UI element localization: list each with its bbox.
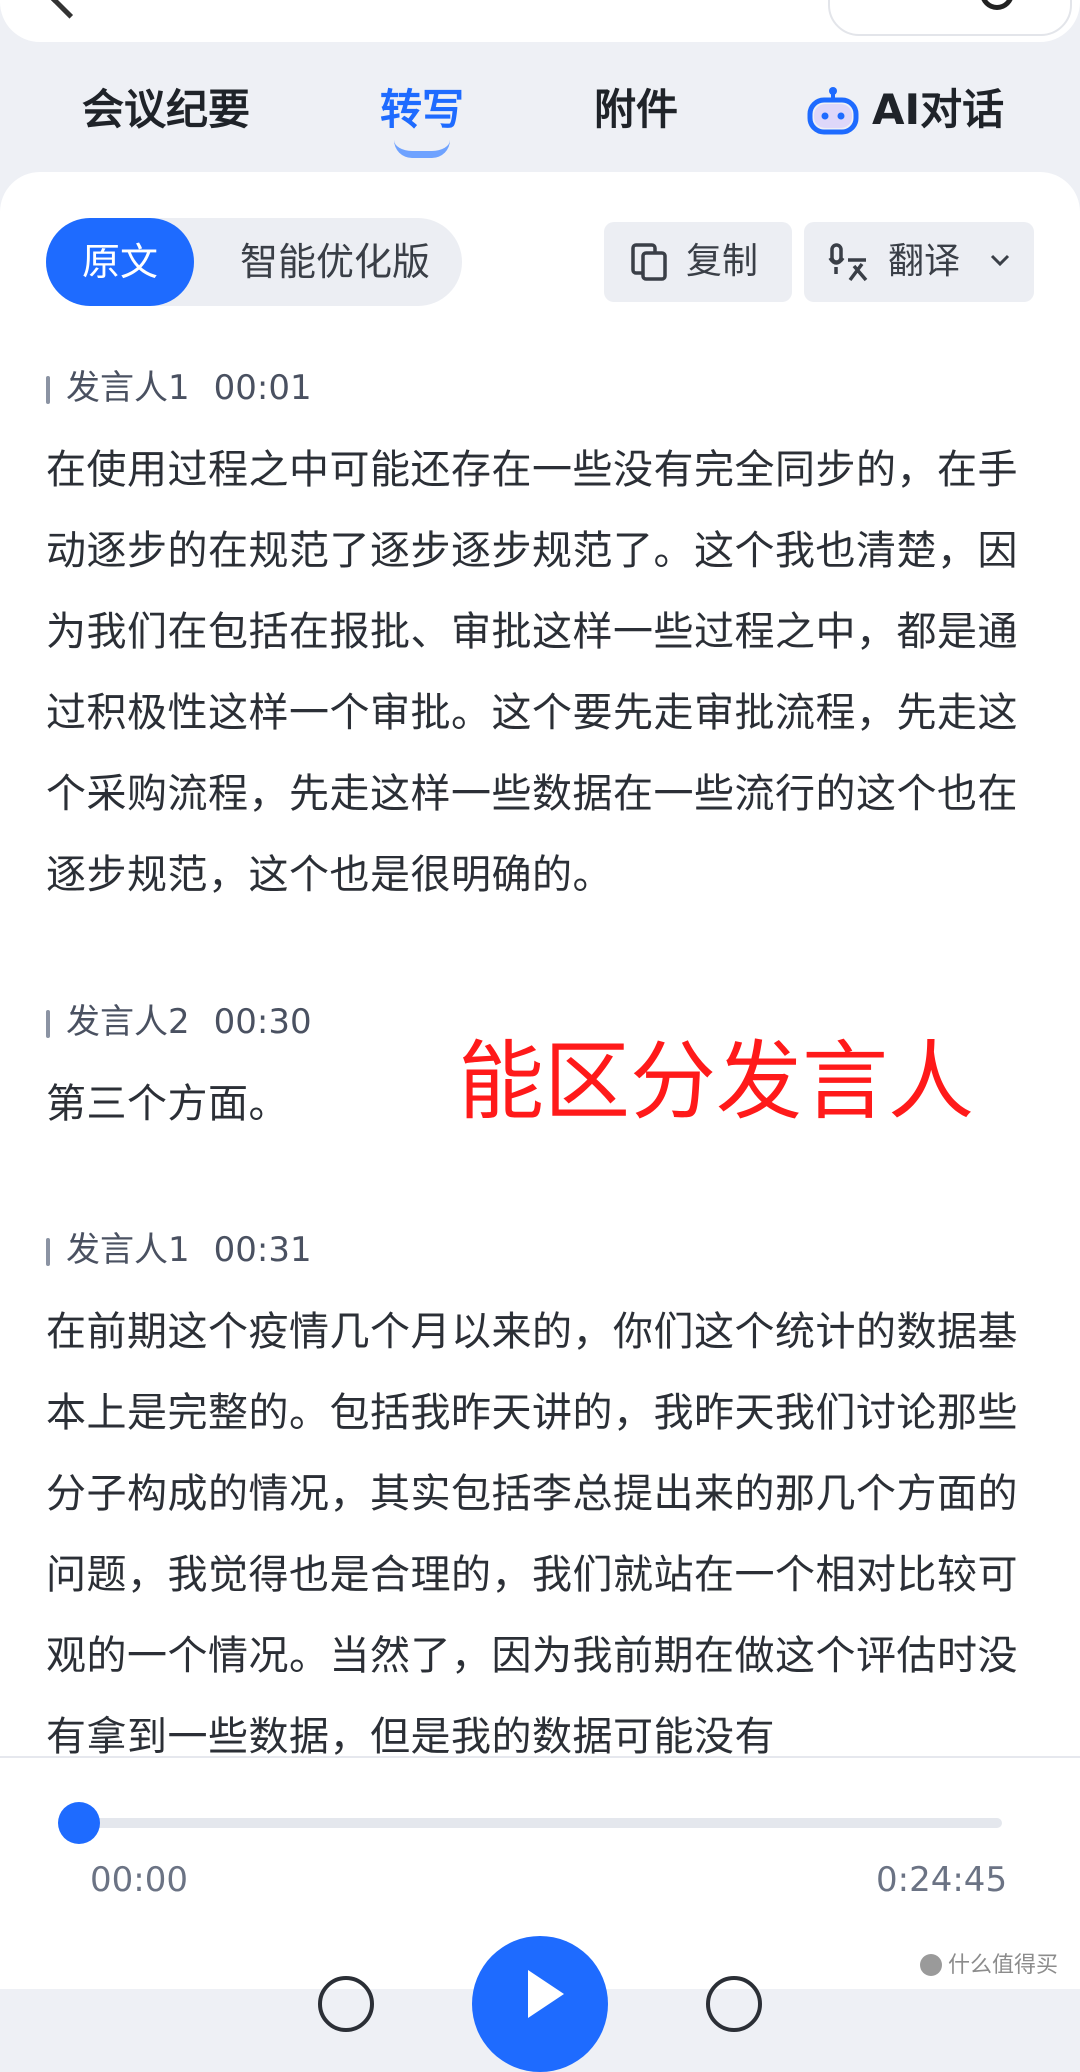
progress-track[interactable] — [80, 1818, 1002, 1828]
version-toggle: 原文 智能优化版 — [46, 218, 462, 306]
watermark: 什么值得买 — [948, 1953, 1059, 1978]
tab-bar: 会议纪要 转写 附件 AI对话 — [0, 70, 1080, 170]
progress-knob[interactable] — [58, 1802, 100, 1844]
total-time: 0:24:45 — [876, 1860, 1008, 1900]
tab-attachments[interactable]: 附件 — [594, 70, 678, 150]
speaker-name: 发言人1 — [66, 368, 190, 408]
forward-icon[interactable] — [706, 1976, 762, 2032]
transcript-paragraph: 第三个方面。 — [46, 1081, 289, 1127]
chevron-down-icon — [990, 254, 1010, 267]
original-text-toggle[interactable]: 原文 — [46, 218, 194, 306]
annotation-overlay: 能区分发言人 — [458, 1032, 974, 1132]
play-icon — [528, 1970, 564, 2018]
copy-button[interactable]: 复制 — [604, 222, 792, 302]
active-tab-indicator — [394, 140, 450, 158]
speaker-timestamp[interactable]: 00:30 — [214, 1002, 312, 1042]
translate-button[interactable]: 翻译 — [804, 222, 1034, 302]
audio-player: 00:00 0:24:45 — [0, 1756, 1080, 2072]
speaker-label: 发言人1 00:31 — [46, 1230, 312, 1270]
optimized-version-toggle[interactable]: 智能优化版 — [222, 218, 448, 306]
speaker-name: 发言人2 — [66, 1002, 190, 1042]
tab-ai-chat[interactable]: AI对话 — [872, 70, 1004, 150]
top-bar — [0, 0, 1080, 42]
speaker-label: 发言人2 00:30 — [46, 1002, 312, 1042]
tab-transcript[interactable]: 转写 — [380, 70, 464, 150]
speaker-name: 发言人1 — [66, 1230, 190, 1270]
robot-icon — [807, 87, 859, 135]
transcript-paragraph: 在使用过程之中可能还存在一些没有完全同步的，在手动逐步的在规范了逐步逐步规范了。… — [46, 447, 1018, 898]
top-right-capsule[interactable] — [828, 0, 1072, 36]
copy-icon — [631, 243, 667, 281]
current-time: 00:00 — [90, 1860, 188, 1900]
tab-minutes[interactable]: 会议纪要 — [82, 70, 250, 150]
translate-label: 翻译 — [888, 241, 961, 282]
rewind-icon[interactable] — [318, 1976, 374, 2032]
watermark-logo-icon — [920, 1954, 942, 1976]
transcript-paragraph: 在前期这个疫情几个月以来的，你们这个统计的数据基本上是完整的。包括我昨天讲的，我… — [46, 1309, 1018, 1760]
back-arrow-icon[interactable] — [50, 0, 89, 19]
speaker-timestamp[interactable]: 00:31 — [214, 1230, 312, 1270]
translate-icon — [828, 243, 868, 282]
speaker-timestamp[interactable]: 00:01 — [214, 368, 312, 408]
copy-label: 复制 — [686, 241, 759, 282]
transcript-card: 原文 智能优化版 复制 翻译 发言人1 00:01 在使用过程之中可能还存在一些没… — [0, 172, 1080, 1762]
speaker-label: 发言人1 00:01 — [46, 368, 312, 408]
